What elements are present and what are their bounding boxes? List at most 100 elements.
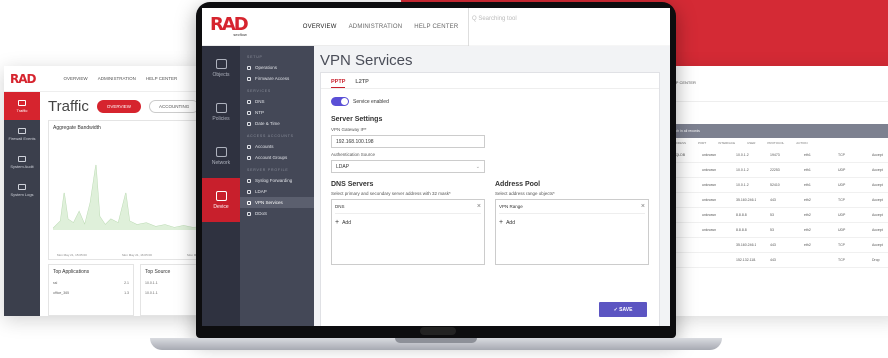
- sidebar-item-traffic[interactable]: Traffic: [4, 92, 40, 120]
- sidebar-item-policies[interactable]: Policies: [202, 90, 240, 134]
- dns-servers-title: DNS Servers: [331, 181, 374, 188]
- sidebar-item-label: Firewall Events: [8, 135, 36, 141]
- service-enabled-toggle[interactable]: [331, 97, 349, 106]
- table-cell: 22253: [770, 168, 780, 172]
- search-input[interactable]: Q Searching tool: [472, 16, 517, 22]
- marketing-composite: RAD OVERVIEW ADMINISTRATION HELP CENTER …: [0, 0, 888, 358]
- table-cell: eth1: [804, 153, 811, 157]
- secondary-sidebar: SETUP Operations Firmware Access SERVICE…: [240, 46, 314, 326]
- close-icon[interactable]: ×: [641, 203, 645, 210]
- sidebar-item-firewall-events[interactable]: Firewall Events: [4, 120, 40, 148]
- sidebar-item-dns[interactable]: DNS: [240, 96, 314, 107]
- source-ip: 10.0.1.1: [145, 291, 158, 295]
- table-cell: UDP: [838, 213, 846, 217]
- sidebar-item-accounts[interactable]: Accounts: [240, 141, 314, 152]
- sidebar-item-label: Firmware Access: [255, 76, 290, 81]
- sidebar-item-system-logs[interactable]: System Logs: [4, 176, 40, 204]
- add-dns-button[interactable]: + Add: [335, 219, 481, 226]
- sidebar-item-label: Account Groups: [255, 155, 288, 160]
- address-pool-section: Address Pool Select address range object…: [495, 181, 649, 265]
- sidebar-item-label: Operations: [255, 65, 278, 70]
- table-cell: Accept: [872, 198, 883, 202]
- sidebar-item-objects[interactable]: Objects: [202, 46, 240, 90]
- app-name: office_365: [53, 291, 70, 295]
- sidebar-item-label: System Audit: [10, 163, 34, 169]
- table-cell: Accept: [872, 228, 883, 232]
- sidebar-item-ddos[interactable]: DDoS: [240, 208, 314, 219]
- sidebar-item-network[interactable]: Network: [202, 134, 240, 178]
- table-cell: unknown: [702, 168, 717, 172]
- accounts-icon: [247, 144, 251, 149]
- service-toggle-row: Service enabled: [331, 97, 649, 106]
- table-cell: 443: [770, 198, 776, 202]
- plus-icon: +: [499, 219, 504, 226]
- add-pool-button[interactable]: + Add: [499, 219, 645, 226]
- sidebar-item-system-audit[interactable]: System Audit: [4, 148, 40, 176]
- nav-help-center[interactable]: HELP CENTER: [146, 76, 177, 81]
- system-logs-icon: [18, 183, 26, 190]
- address-pool-title: Address Pool: [495, 181, 541, 188]
- table-cell: Accept: [872, 153, 883, 157]
- table-cell: unknown: [702, 228, 717, 232]
- tab-pptp[interactable]: PPTP: [331, 79, 346, 88]
- service-enabled-label: Service enabled: [353, 98, 389, 105]
- sidebar-item-account-groups[interactable]: Account Groups: [240, 152, 314, 163]
- top-source-title: Top Source: [145, 269, 171, 275]
- logs-search-band[interactable]: Search in all records: [660, 124, 888, 138]
- add-label: Add: [342, 220, 351, 226]
- nav-overview[interactable]: OVERVIEW: [64, 76, 88, 81]
- table-cell: TCP: [838, 258, 845, 262]
- table-row[interactable]: https35.160.246.107443eth2TCPAccept: [660, 238, 888, 253]
- table-cell: Drop: [872, 258, 880, 262]
- sidebar-item-firmware-access[interactable]: Firmware Access: [240, 73, 314, 84]
- table-row[interactable]: MSSQLDB unknown 10.0.1.2 19473 eth1 TCP Accept: [660, 148, 888, 163]
- table-row[interactable]: dnsunknown8.8.8.853eth2UDPAccept: [660, 208, 888, 223]
- save-button[interactable]: ✓ SAVE: [599, 302, 647, 317]
- vpn-icon: [247, 200, 251, 205]
- sidebar-item-operations[interactable]: Operations: [240, 62, 314, 73]
- server-settings-title: Server Settings: [331, 116, 383, 123]
- table-row[interactable]: ntpunknown10.0.1.252410eth1UDPAccept: [660, 178, 888, 193]
- traffic-icon: [18, 99, 26, 106]
- objects-icon: [215, 58, 227, 69]
- source-ip: 10.0.1.1: [145, 281, 158, 285]
- sidebar-item-date-time[interactable]: Date & Time: [240, 118, 314, 129]
- table-cell: 443: [770, 258, 776, 262]
- table-cell: UDP: [838, 183, 846, 187]
- sidebar-item-syslog-forwarding[interactable]: Syslog Forwarding: [240, 175, 314, 186]
- table-cell: 35.160.246.107: [736, 243, 756, 247]
- policies-icon: [215, 102, 227, 113]
- sidebar-item-ntp[interactable]: NTP: [240, 107, 314, 118]
- table-cell: Accept: [872, 183, 883, 187]
- table-row[interactable]: dnsunknown8.8.8.853eth2UDPAccept: [660, 223, 888, 238]
- auth-source-select[interactable]: LDAP ⌄: [331, 160, 485, 173]
- sidebar-item-label: Accounts: [255, 144, 274, 149]
- table-cell: 19473: [770, 153, 780, 157]
- bandwidth-x-axis: Mon May 21, 15:05:00 Mon May 21, 16:05:0…: [57, 253, 217, 257]
- auth-source-label: Authentication Source: [331, 152, 376, 157]
- nav-administration[interactable]: ADMINISTRATION: [98, 76, 136, 81]
- sidebar-item-ldap[interactable]: LDAP: [240, 186, 314, 197]
- sidebar-item-vpn-services[interactable]: VPN Services: [240, 197, 314, 208]
- tab-accounting[interactable]: ACCOUNTING: [149, 100, 200, 113]
- nav-overview[interactable]: OVERVIEW: [303, 24, 337, 30]
- main-content: VPN Services PPTP L2TP Service enabled S…: [314, 46, 670, 326]
- nav-administration[interactable]: ADMINISTRATION: [349, 24, 403, 30]
- tab-l2tp[interactable]: L2TP: [355, 79, 368, 88]
- table-cell: eth2: [804, 228, 811, 232]
- table-row[interactable]: https152.132.118.195443TCPDrop: [660, 253, 888, 268]
- gateway-ip-field[interactable]: 192.168.100.198: [331, 135, 485, 148]
- section-title: SERVICES: [247, 89, 272, 93]
- app-value: 2.1: [124, 281, 129, 285]
- plus-icon: +: [335, 219, 340, 226]
- column-header: USER: [747, 141, 756, 145]
- close-icon[interactable]: ×: [477, 203, 481, 210]
- table-row[interactable]: httpsunknown35.160.246.107443eth2TCPAcce…: [660, 193, 888, 208]
- ddos-icon: [247, 211, 251, 216]
- table-cell: 53: [770, 228, 774, 232]
- sidebar-item-device[interactable]: Device: [202, 178, 240, 222]
- nav-help-center[interactable]: HELP CENTER: [414, 24, 458, 30]
- table-cell: 10.0.1.2: [736, 153, 749, 157]
- tab-overview[interactable]: OVERVIEW: [96, 100, 142, 113]
- table-row[interactable]: dnsunknown10.0.1.222253eth1UDPAccept: [660, 163, 888, 178]
